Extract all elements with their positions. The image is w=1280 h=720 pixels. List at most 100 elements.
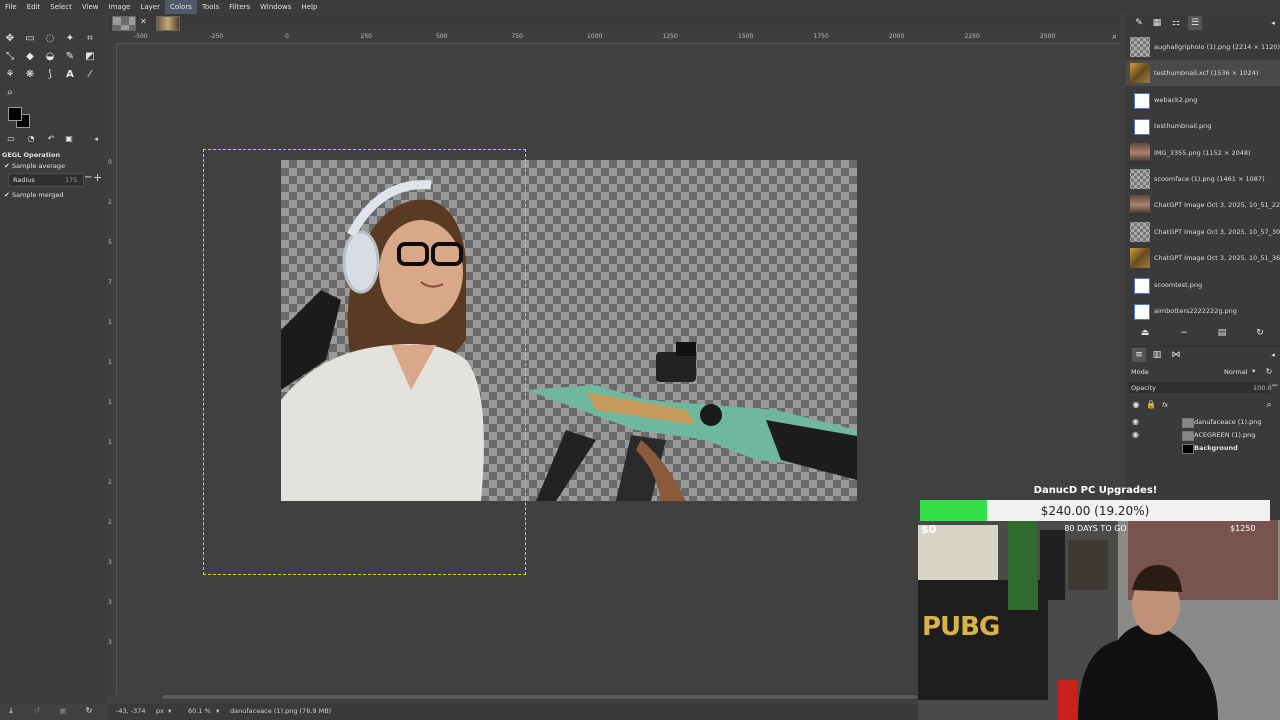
- move-tool-icon[interactable]: ✥: [3, 32, 17, 46]
- radius-increase-button[interactable]: +: [93, 171, 102, 184]
- crop-tool-icon[interactable]: ⌗: [83, 32, 97, 46]
- fonts-tab-icon[interactable]: ⚏: [1169, 16, 1183, 30]
- clone-tool-icon[interactable]: ⚘: [3, 68, 17, 82]
- image-list-item[interactable]: ChatGPT Image Oct 3, 2025, 10_57_30 AM: [1126, 219, 1280, 245]
- radius-field[interactable]: Radius 175: [8, 173, 84, 187]
- menu-colors[interactable]: Colors: [164, 0, 197, 14]
- layer-thumbnail: [1182, 444, 1194, 454]
- duplicate-image-icon[interactable]: −: [1177, 326, 1191, 340]
- search-icon[interactable]: ⌕: [1262, 398, 1276, 412]
- menu-tools[interactable]: Tools: [197, 0, 224, 14]
- menu-select[interactable]: Select: [45, 0, 77, 14]
- channels-tab-icon[interactable]: ▥: [1150, 348, 1164, 362]
- opacity-decrease-button[interactable]: −: [1271, 381, 1279, 391]
- mode-select[interactable]: Normal ▾: [1222, 366, 1262, 377]
- eye-icon[interactable]: ◉: [1132, 417, 1139, 426]
- opacity-field[interactable]: Opacity 100.0: [1129, 382, 1272, 393]
- image-list-item[interactable]: testhumbnail.png: [1126, 113, 1280, 139]
- horizontal-scrollbar[interactable]: [160, 694, 920, 700]
- rect-select-tool-icon[interactable]: ▭: [23, 32, 37, 46]
- menu-file[interactable]: File: [0, 0, 22, 14]
- image-list-item[interactable]: testhumbnail.xcf (1536 × 1024): [1126, 60, 1280, 87]
- paths-tool-icon[interactable]: ⟆: [43, 68, 57, 82]
- lock-visibility-icon[interactable]: ◉: [1129, 398, 1143, 412]
- zoom-dropdown-icon[interactable]: ▾: [216, 707, 219, 715]
- images-tab-icon[interactable]: ▣: [62, 132, 76, 146]
- delete-options-icon[interactable]: ▣: [56, 704, 70, 718]
- scrollbar-thumb[interactable]: [162, 695, 918, 699]
- menu-image[interactable]: Image: [104, 0, 136, 14]
- menu-bar: File Edit Select View Image Layer Colors Tools F…: [0, 0, 1280, 14]
- image-name: ChatGPT Image Oct 3, 2025, 10_51_22 AM: [1154, 201, 1280, 210]
- image-list-item[interactable]: IMG_3355.png (1152 × 2048): [1126, 140, 1280, 166]
- brushes-tab-icon[interactable]: ✎: [1132, 16, 1146, 30]
- warp-tool-icon[interactable]: ◆: [23, 50, 37, 64]
- transform-tool-icon[interactable]: ⤡: [3, 50, 17, 64]
- delete-image-icon[interactable]: ▤: [1215, 326, 1229, 340]
- tool-options-tab-icon[interactable]: ▭: [4, 132, 18, 146]
- close-tab-icon[interactable]: ✕: [140, 17, 147, 26]
- text-tool-icon[interactable]: A: [63, 68, 77, 82]
- reset-options-icon[interactable]: ↻: [82, 704, 96, 718]
- layer-thumbnail: [1182, 431, 1194, 441]
- menu-layer[interactable]: Layer: [135, 0, 165, 14]
- raise-view-icon[interactable]: ⏏: [1138, 326, 1152, 340]
- dock-menu-icon[interactable]: ◂: [1266, 16, 1280, 30]
- color-picker-tool-icon[interactable]: ⁄: [83, 68, 97, 82]
- v-ruler-tick-label: 5: [108, 239, 112, 246]
- menu-windows[interactable]: Windows: [255, 0, 296, 14]
- v-ruler-tick-label: 0: [108, 159, 112, 166]
- images-panel-tab-icon[interactable]: ☰: [1188, 16, 1202, 30]
- eye-icon[interactable]: ◉: [1132, 430, 1139, 439]
- image-list-item[interactable]: aimbotters2222222g.png: [1126, 298, 1280, 324]
- patterns-tab-icon[interactable]: ▦: [1150, 16, 1164, 30]
- sample-merged-checkbox[interactable]: ✔ Sample merged: [4, 191, 64, 199]
- menu-help[interactable]: Help: [296, 0, 322, 14]
- sample-average-checkbox[interactable]: ✔ Sample average: [4, 162, 65, 170]
- menu-view[interactable]: View: [77, 0, 104, 14]
- status-bar: -43, -374 px ▾ 60.1 % ▾ danufaceace (1).…: [108, 704, 920, 720]
- image-tab-2[interactable]: [156, 16, 180, 31]
- image-list-item[interactable]: scoomtest.png: [1126, 272, 1280, 298]
- fx-label: fx: [1162, 401, 1169, 409]
- refresh-images-icon[interactable]: ↻: [1253, 326, 1267, 340]
- image-list-item[interactable]: aughallgripholo (1).png (2214 × 1120): [1126, 34, 1280, 60]
- menu-filters[interactable]: Filters: [224, 0, 255, 14]
- image-thumbnail: [1134, 119, 1150, 136]
- restore-options-icon[interactable]: ↺: [30, 704, 44, 718]
- lock-icon[interactable]: 🔒: [1144, 398, 1158, 412]
- image-list-item[interactable]: ChatGPT Image Oct 3, 2025, 10_51_22 AM: [1126, 192, 1280, 218]
- image-tab-1[interactable]: [112, 16, 136, 31]
- save-options-icon[interactable]: ⤓: [4, 704, 18, 718]
- layer-row[interactable]: ◉ ACEGREEN (1).png: [1126, 429, 1280, 442]
- image-name: scoomtest.png: [1154, 280, 1203, 289]
- zoom-navigate-icon[interactable]: ⌕: [1112, 32, 1117, 42]
- zoom-select[interactable]: 60.1 %: [188, 707, 211, 715]
- bucket-fill-tool-icon[interactable]: ◒: [43, 50, 57, 64]
- eraser-tool-icon[interactable]: ◩: [83, 50, 97, 64]
- unit-dropdown-icon[interactable]: ▾: [168, 707, 171, 715]
- fuzzy-select-tool-icon[interactable]: ✦: [63, 32, 77, 46]
- device-status-tab-icon[interactable]: ◔: [24, 132, 38, 146]
- image-list-item[interactable]: ChatGPT Image Oct 3, 2025, 10_51_36 AM: [1126, 245, 1280, 271]
- mode-switch-icon[interactable]: ↻: [1262, 365, 1276, 379]
- image-thumbnail: [1130, 195, 1150, 216]
- paths-tab-icon[interactable]: ⋈: [1169, 348, 1183, 362]
- zoom-tool-icon[interactable]: ⌕: [3, 86, 17, 100]
- layers-menu-icon[interactable]: ◂: [1266, 348, 1280, 362]
- smudge-tool-icon[interactable]: ❋: [23, 68, 37, 82]
- undo-history-tab-icon[interactable]: ↶: [44, 132, 58, 146]
- foreground-color-swatch[interactable]: [8, 107, 22, 121]
- layer-row[interactable]: Background: [1126, 442, 1280, 455]
- lasso-tool-icon[interactable]: ◌: [43, 32, 57, 46]
- paintbrush-tool-icon[interactable]: ✎: [63, 50, 77, 64]
- radius-decrease-button[interactable]: −: [84, 172, 92, 183]
- layers-tab-icon[interactable]: ≡: [1132, 348, 1146, 362]
- image-list-item[interactable]: scoomface (1).png (1461 × 1087): [1126, 166, 1280, 192]
- panel-menu-icon[interactable]: ◂: [89, 132, 103, 146]
- layer-row[interactable]: ◉ danufaceace (1).png: [1126, 416, 1280, 429]
- image-list-item[interactable]: weback2.png: [1126, 87, 1280, 113]
- unit-select[interactable]: px: [156, 707, 164, 715]
- image-list: aughallgripholo (1).png (2214 × 1120) tes…: [1126, 34, 1280, 334]
- menu-edit[interactable]: Edit: [22, 0, 46, 14]
